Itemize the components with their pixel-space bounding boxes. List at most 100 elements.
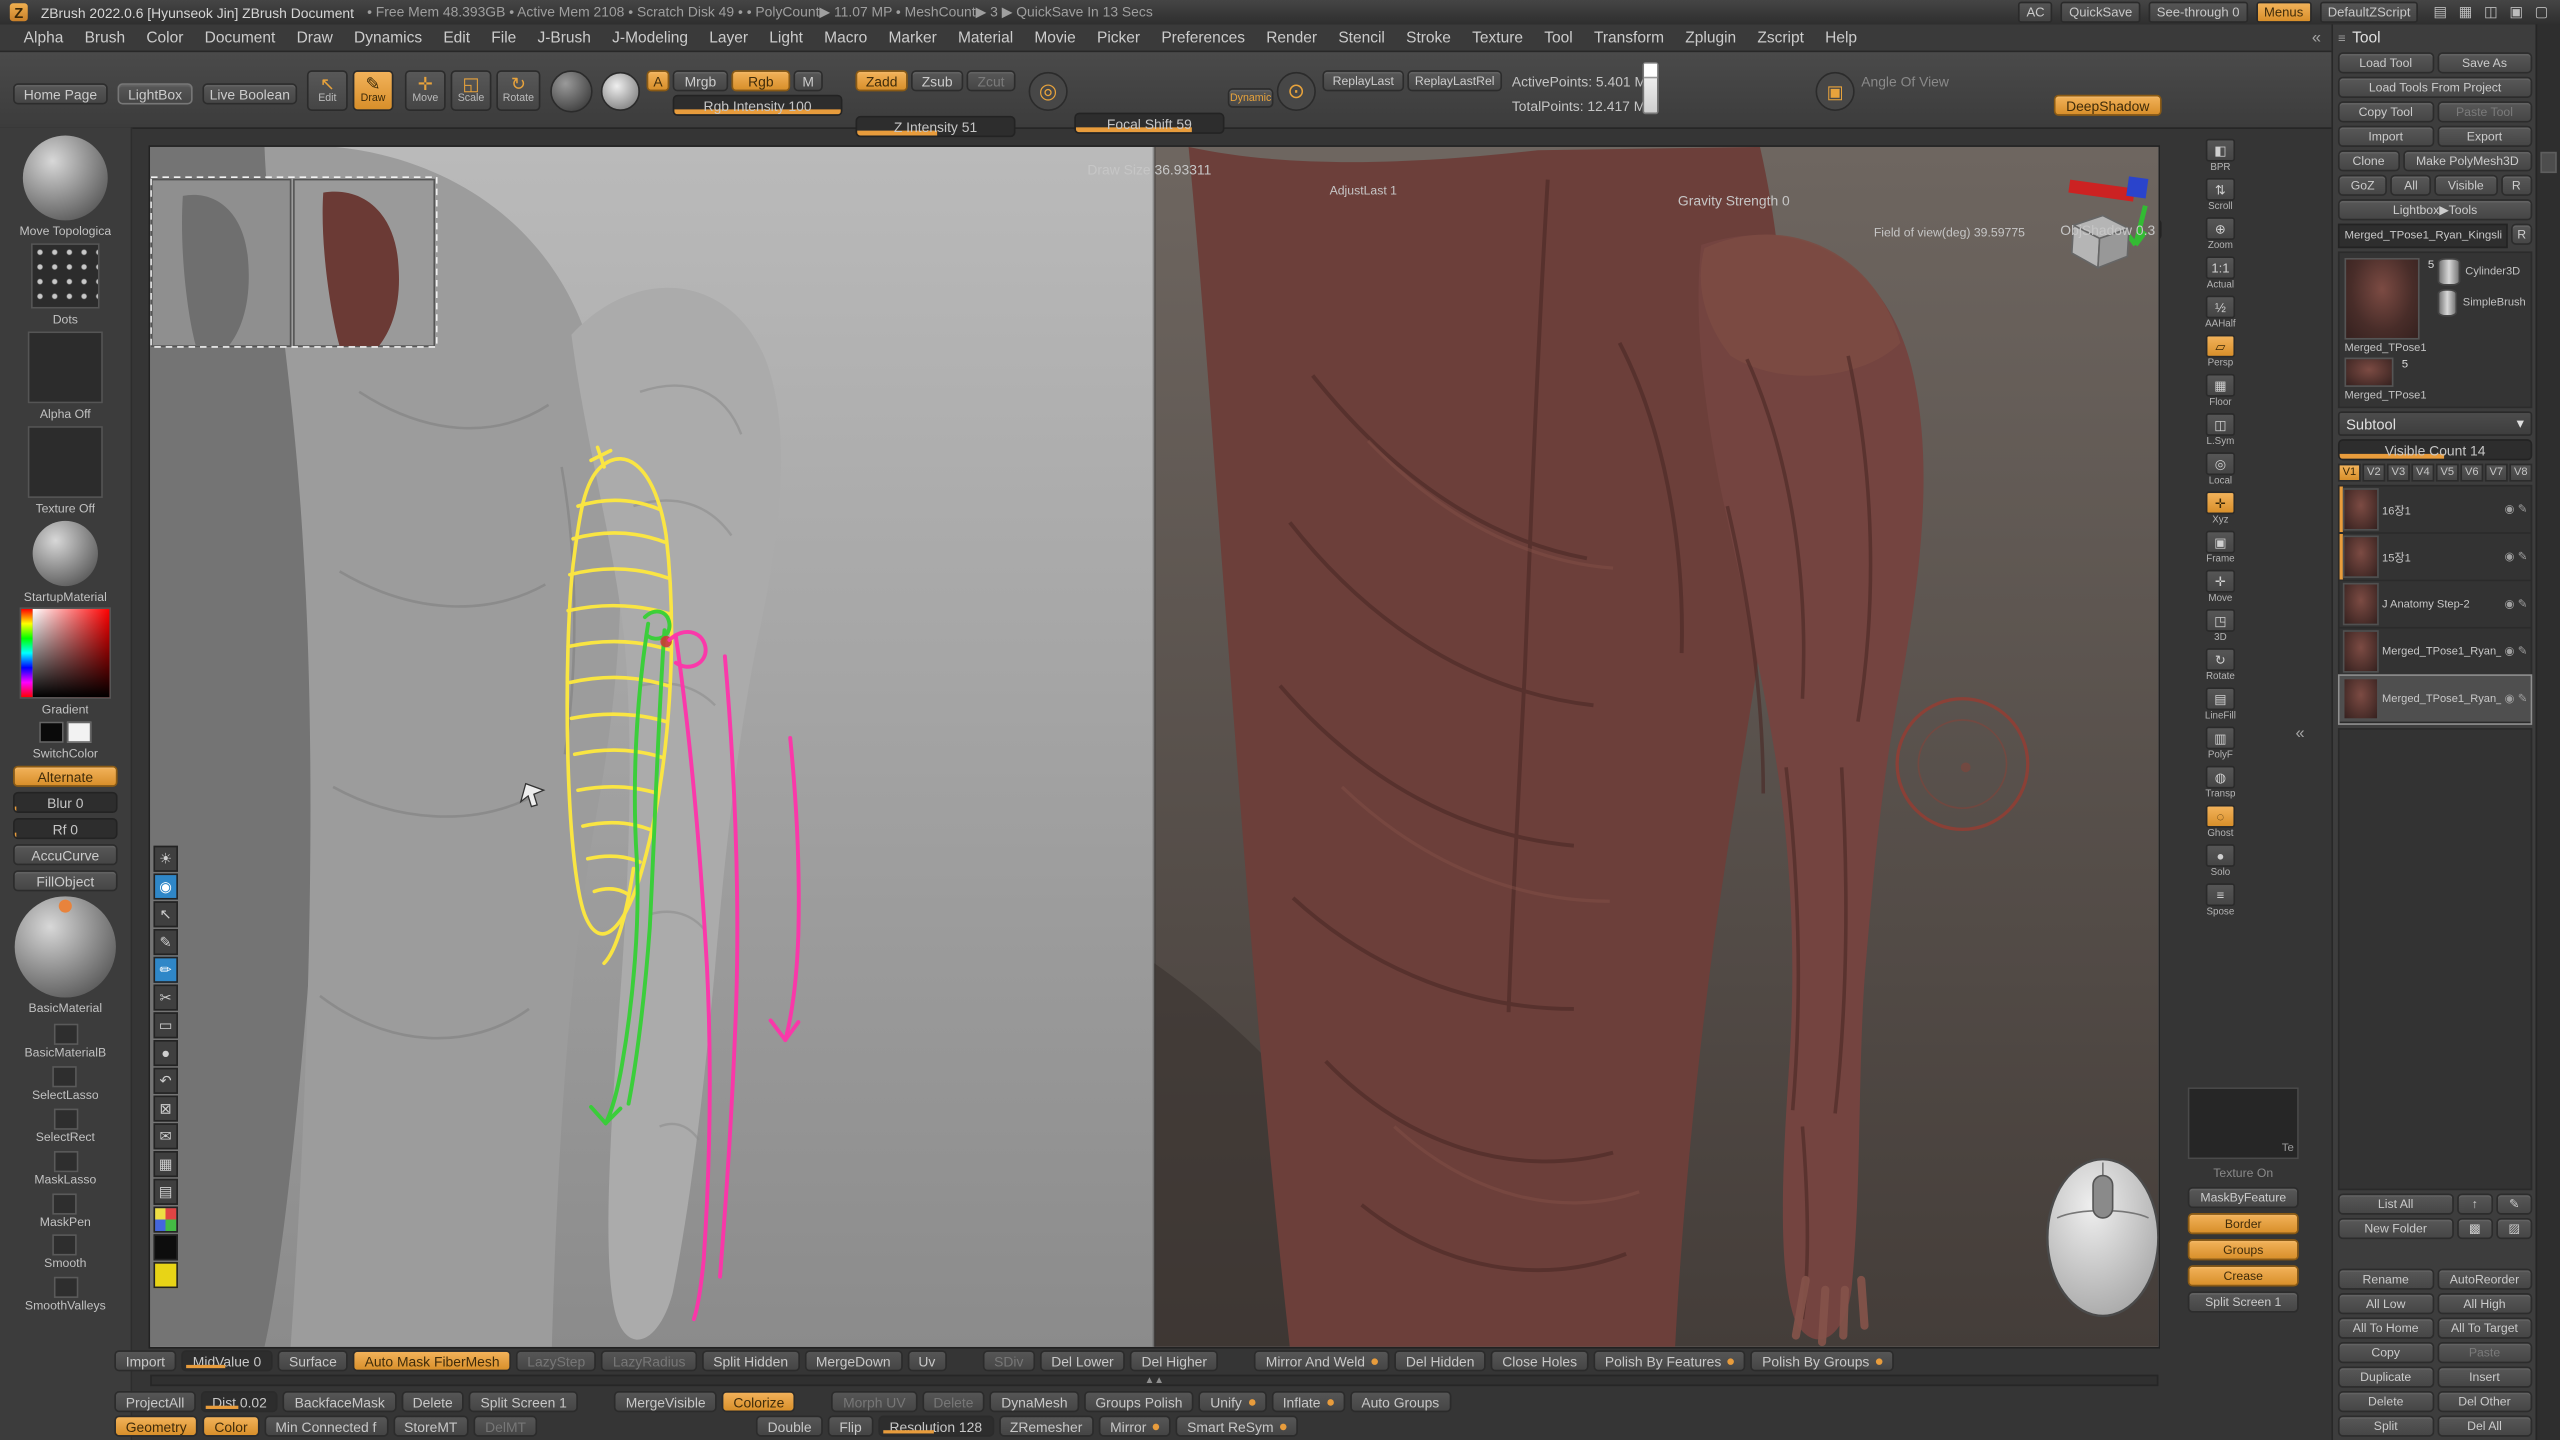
current-tool-name[interactable]: Merged_TPose1_Ryan_Kingsli <box>2338 224 2508 248</box>
dynamic-toggle[interactable]: Dynamic <box>1228 88 1274 108</box>
live-boolean-button[interactable]: Live Boolean <box>202 83 297 104</box>
focal-shift-icon[interactable]: ◎ <box>1029 72 1068 111</box>
quick-selectlasso[interactable]: SelectLasso <box>32 1066 99 1102</box>
smart-resym-button[interactable]: Smart ReSym <box>1176 1416 1298 1437</box>
all-low-button[interactable]: All Low <box>2338 1293 2434 1314</box>
quicksave-button[interactable]: QuickSave <box>2061 2 2140 23</box>
subtool-tab-v1[interactable]: V1 <box>2338 464 2361 482</box>
menu-item[interactable]: Layer <box>699 29 759 47</box>
projectall-button[interactable]: ProjectAll <box>114 1391 195 1412</box>
replay-last-rel-button[interactable]: ReplayLastRel <box>1407 70 1502 91</box>
spose-button[interactable]: ≡ Spose <box>2199 883 2241 917</box>
goz-all-button[interactable]: All <box>2391 175 2432 196</box>
menu-item[interactable]: Tool <box>1534 29 1584 47</box>
eraser-icon[interactable]: ▭ <box>153 1012 177 1038</box>
visibility-eye-icon[interactable]: ◉ <box>2505 645 2515 658</box>
export-button[interactable]: Export <box>2437 126 2533 147</box>
menu-item[interactable]: Edit <box>433 29 481 47</box>
clone-button[interactable]: Clone <box>2338 150 2399 171</box>
quick-maskpen[interactable]: MaskPen <box>40 1193 91 1229</box>
zsub-button[interactable]: Zsub <box>911 70 963 91</box>
accucurve-button[interactable]: AccuCurve <box>13 844 117 865</box>
saturation-square[interactable] <box>33 610 110 698</box>
del-lower-button[interactable]: Del Lower <box>1040 1350 1125 1371</box>
split-hidden-button[interactable]: Split Hidden <box>702 1350 800 1371</box>
scroll-button[interactable]: ⇅ Scroll <box>2199 178 2241 212</box>
image-icon[interactable]: ▦ <box>153 1151 177 1177</box>
note-icon[interactable]: ✉ <box>153 1123 177 1149</box>
gravity-direction-widget[interactable] <box>1642 62 1658 114</box>
colorize-button[interactable]: Colorize <box>722 1391 796 1412</box>
dist-slider[interactable]: Dist 0.02 <box>201 1391 279 1412</box>
ac-button[interactable]: AC <box>2018 2 2052 23</box>
color-tab[interactable]: Color <box>203 1416 259 1437</box>
panel-menu-icon[interactable]: ≡ <box>2338 31 2346 46</box>
switch-color-swatches[interactable] <box>39 722 91 743</box>
paste-button[interactable]: Paste <box>2437 1342 2533 1363</box>
rgb-button[interactable]: Rgb <box>731 70 790 91</box>
quick-selectrect[interactable]: SelectRect <box>36 1108 95 1144</box>
polypaint-brush-icon[interactable]: ✎ <box>2518 692 2528 705</box>
visibility-eye-icon[interactable]: ◉ <box>2505 598 2515 611</box>
material-thumbnail[interactable] <box>33 520 98 585</box>
menu-item[interactable]: Color <box>136 29 194 47</box>
rename-tool-button[interactable]: R <box>2511 224 2532 245</box>
frame-button[interactable]: ▣ Frame <box>2199 531 2241 565</box>
auto-mask-fibermesh-button[interactable]: Auto Mask FiberMesh <box>353 1350 511 1371</box>
threed-button[interactable]: ◳ 3D <box>2199 609 2241 643</box>
menu-item[interactable]: Macro <box>814 29 878 47</box>
storemt-button[interactable]: StoreMT <box>393 1416 469 1437</box>
load-tools-from-project-button[interactable]: Load Tools From Project <box>2338 77 2532 98</box>
persp-button[interactable]: ▱ Persp <box>2199 335 2241 369</box>
bpr-button[interactable]: ◧ BPR <box>2199 139 2241 173</box>
scissors-icon[interactable]: ✂ <box>153 984 177 1010</box>
m-button[interactable]: M <box>793 70 822 91</box>
rotate-button[interactable]: ↻ Rotate <box>496 70 540 111</box>
hue-bar[interactable] <box>21 610 32 698</box>
sdiv-slider[interactable]: SDiv <box>983 1350 1035 1371</box>
solo-button[interactable]: ● Solo <box>2199 844 2241 878</box>
zadd-button[interactable]: Zadd <box>856 70 908 91</box>
black-swatch[interactable] <box>153 1234 177 1260</box>
texture-thumbnail[interactable] <box>28 426 103 498</box>
deepshadow-button[interactable]: DeepShadow <box>2054 95 2162 116</box>
split-screen-1-slider[interactable]: Split Screen 1 <box>469 1391 578 1412</box>
split-button[interactable]: Split <box>2338 1416 2434 1437</box>
groups-polish-button[interactable]: Groups Polish <box>1084 1391 1194 1412</box>
polyf-button[interactable]: ▥ PolyF <box>2199 727 2241 761</box>
menu-item[interactable]: Transform <box>1583 29 1674 47</box>
objshadow-slider[interactable]: ObjShadow 0.3 <box>2054 219 2162 240</box>
see-through-slider[interactable]: See-through 0 <box>2149 2 2248 23</box>
a-toggle[interactable]: A <box>647 70 670 91</box>
stroke-type-thumbnail[interactable] <box>31 243 100 308</box>
subtool-tab-v5[interactable]: V5 <box>2436 464 2459 482</box>
camera-icon[interactable]: ▣ <box>1816 72 1855 111</box>
recent-cylinder3d[interactable]: Cylinder3D <box>2438 258 2526 286</box>
color-picker[interactable] <box>20 608 111 699</box>
lsym-button[interactable]: ◫ L.Sym <box>2199 413 2241 447</box>
copy-tool-button[interactable]: Copy Tool <box>2338 101 2434 122</box>
zremesher-button[interactable]: ZRemesher <box>998 1416 1093 1437</box>
visibility-eye-icon[interactable]: ◉ <box>2505 503 2515 516</box>
menu-item[interactable]: Picker <box>1086 29 1150 47</box>
quick-basicmaterialb[interactable]: BasicMaterialB <box>24 1024 106 1060</box>
lightbox-button[interactable]: LightBox <box>118 83 193 104</box>
divider-chevron[interactable]: « <box>2296 725 2305 743</box>
double-button[interactable]: Double <box>756 1416 823 1437</box>
lazystep-slider[interactable]: LazyStep <box>516 1350 597 1371</box>
layout-icon-1[interactable]: ▤ <box>2432 3 2449 21</box>
subtool-tab-v8[interactable]: V8 <box>2509 464 2532 482</box>
zcut-button[interactable]: Zcut <box>967 70 1016 91</box>
brush-icon[interactable]: ✏ <box>153 957 177 983</box>
active-tool-thumbnail[interactable]: 5 <box>2344 258 2419 340</box>
tool-panel-header[interactable]: ≡ Tool <box>2338 28 2532 49</box>
draw-button[interactable]: ✎ Draw <box>353 70 394 111</box>
menu-item[interactable]: Texture <box>1462 29 1534 47</box>
lightbox-tools-button[interactable]: Lightbox▶Tools <box>2338 199 2532 220</box>
del-all-button[interactable]: Del All <box>2437 1416 2533 1437</box>
all-to-target-button[interactable]: All To Target <box>2437 1318 2533 1339</box>
current-material-sphere[interactable] <box>550 70 592 112</box>
pen-icon[interactable]: ✎ <box>153 929 177 955</box>
subtool-tab-v6[interactable]: V6 <box>2460 464 2483 482</box>
menu-item[interactable]: Zscript <box>1747 29 1815 47</box>
